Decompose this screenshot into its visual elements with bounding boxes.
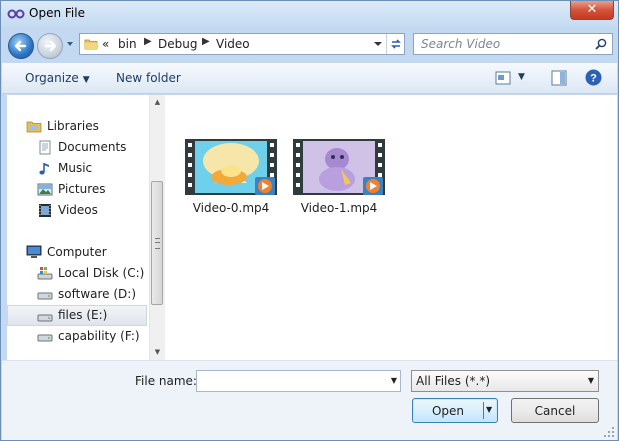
address-bar[interactable]: « bin ▶ Debug ▶ Video — [79, 33, 405, 55]
grip-icon — [155, 238, 160, 249]
video-thumbnail-icon — [185, 139, 277, 195]
nav-item-videos[interactable]: Videos — [7, 200, 147, 221]
svg-text:?: ? — [590, 73, 597, 85]
folder-icon — [84, 39, 98, 50]
nav-label: Videos — [58, 203, 98, 217]
navigation-bar: « bin ▶ Debug ▶ Video Search Video — [1, 27, 618, 63]
open-file-dialog: Open File ✕ « bin ▶ Debug ▶ Video Search… — [0, 0, 619, 441]
file-name-input[interactable]: ▼ — [196, 370, 401, 392]
organize-label: Organize — [25, 71, 79, 85]
nav-item-computer[interactable]: Computer — [7, 242, 147, 263]
cancel-label: Cancel — [534, 404, 576, 418]
file-item-video-1[interactable]: Video-1.mp4 — [291, 139, 387, 219]
nav-label: Pictures — [58, 182, 106, 196]
nav-item-documents[interactable]: Documents — [7, 137, 147, 158]
file-name: Video-0.mp4 — [192, 201, 270, 215]
chevron-down-icon[interactable]: ▼ — [588, 376, 594, 385]
drive-icon — [37, 314, 53, 322]
video-thumbnail-icon — [293, 139, 385, 195]
forward-button[interactable] — [37, 33, 63, 59]
documents-icon — [39, 140, 51, 155]
file-name: Video-1.mp4 — [300, 201, 378, 215]
file-list[interactable]: Video-0.mp4 Video-1.mp4 — [165, 95, 617, 360]
back-button[interactable] — [8, 33, 34, 59]
command-bar: Organize ▼ New folder ▼ ? — [2, 63, 617, 94]
resize-grip-icon[interactable] — [603, 426, 615, 438]
search-placeholder: Search Video — [421, 37, 501, 51]
dialog-footer: File name: ▼ All Files (*.*) ▼ Open ▼ Ca… — [2, 360, 617, 440]
search-input[interactable]: Search Video — [413, 33, 613, 55]
nav-label: files (E:) — [58, 308, 108, 322]
chevron-down-icon[interactable]: ▼ — [391, 376, 397, 385]
pictures-icon — [37, 183, 53, 196]
breadcrumb-separator-icon[interactable]: ▶ — [202, 36, 210, 47]
address-dropdown-chevron-down-icon[interactable] — [370, 34, 386, 54]
recent-locations-chevron-down-icon[interactable] — [65, 39, 75, 49]
arrow-right-icon — [44, 40, 57, 52]
file-item-video-0[interactable]: Video-0.mp4 — [183, 139, 279, 219]
nav-item-software-d[interactable]: software (D:) — [7, 284, 147, 305]
app-icon — [7, 9, 25, 19]
new-folder-button[interactable]: New folder — [116, 71, 181, 85]
file-name-label: File name: — [135, 374, 197, 388]
nav-label: Music — [58, 161, 93, 175]
split-divider — [483, 402, 484, 419]
scroll-up-icon[interactable]: ▲ — [150, 95, 165, 110]
breadcrumb-overflow[interactable]: « — [102, 37, 109, 51]
nav-label: Documents — [58, 140, 127, 154]
scroll-thumb[interactable] — [151, 181, 163, 305]
libraries-icon — [26, 121, 42, 133]
drive-icon — [37, 334, 53, 342]
nav-scrollbar[interactable]: ▲ ▼ — [149, 95, 165, 360]
nav-item-capability-f[interactable]: capability (F:) — [7, 326, 147, 347]
nav-item-libraries[interactable]: Libraries — [7, 116, 147, 137]
close-button[interactable]: ✕ — [570, 1, 614, 20]
breadcrumb-debug[interactable]: Debug — [158, 37, 197, 51]
nav-item-pictures[interactable]: Pictures — [7, 179, 147, 200]
close-icon: ✕ — [586, 2, 598, 17]
refresh-icon[interactable] — [386, 34, 405, 54]
open-options-chevron-down-icon[interactable]: ▼ — [486, 405, 492, 414]
nav-label: capability (F:) — [58, 329, 140, 343]
view-chevron-down-icon[interactable]: ▼ — [518, 72, 525, 82]
nav-item-files-e[interactable]: files (E:) — [7, 305, 147, 326]
nav-label: Computer — [47, 245, 107, 259]
open-button[interactable]: Open ▼ — [412, 398, 498, 423]
search-icon[interactable] — [595, 38, 607, 50]
breadcrumb-separator-icon[interactable]: ▶ — [144, 36, 152, 47]
arrow-left-icon — [14, 40, 27, 52]
drive-icon — [37, 292, 53, 300]
organize-button[interactable]: Organize ▼ — [25, 71, 90, 85]
help-icon[interactable]: ? — [585, 69, 602, 86]
file-type-select[interactable]: All Files (*.*) ▼ — [411, 370, 599, 392]
breadcrumb-video[interactable]: Video — [216, 37, 250, 51]
change-view-icon[interactable] — [495, 71, 511, 85]
scroll-down-icon[interactable]: ▼ — [150, 345, 165, 360]
music-icon — [39, 163, 49, 175]
preview-pane-icon[interactable] — [551, 70, 567, 86]
nav-label: Local Disk (C:) — [58, 266, 145, 280]
computer-icon — [26, 245, 42, 258]
window-title: Open File — [29, 6, 85, 20]
nav-item-local-disk-c[interactable]: Local Disk (C:) — [7, 263, 147, 284]
title-bar[interactable]: Open File ✕ — [1, 1, 618, 27]
nav-label: Libraries — [47, 119, 99, 133]
cancel-button[interactable]: Cancel — [511, 398, 599, 423]
nav-label: software (D:) — [58, 287, 136, 301]
file-type-value: All Files (*.*) — [416, 374, 491, 388]
open-label: Open — [431, 404, 465, 418]
breadcrumb-bin[interactable]: bin — [118, 37, 137, 51]
navigation-pane: Libraries Documents Music Pictures Video… — [7, 95, 165, 360]
chevron-down-icon: ▼ — [82, 75, 90, 85]
system-drive-icon — [37, 267, 53, 280]
nav-item-music[interactable]: Music — [7, 158, 147, 179]
videos-icon — [39, 204, 51, 217]
